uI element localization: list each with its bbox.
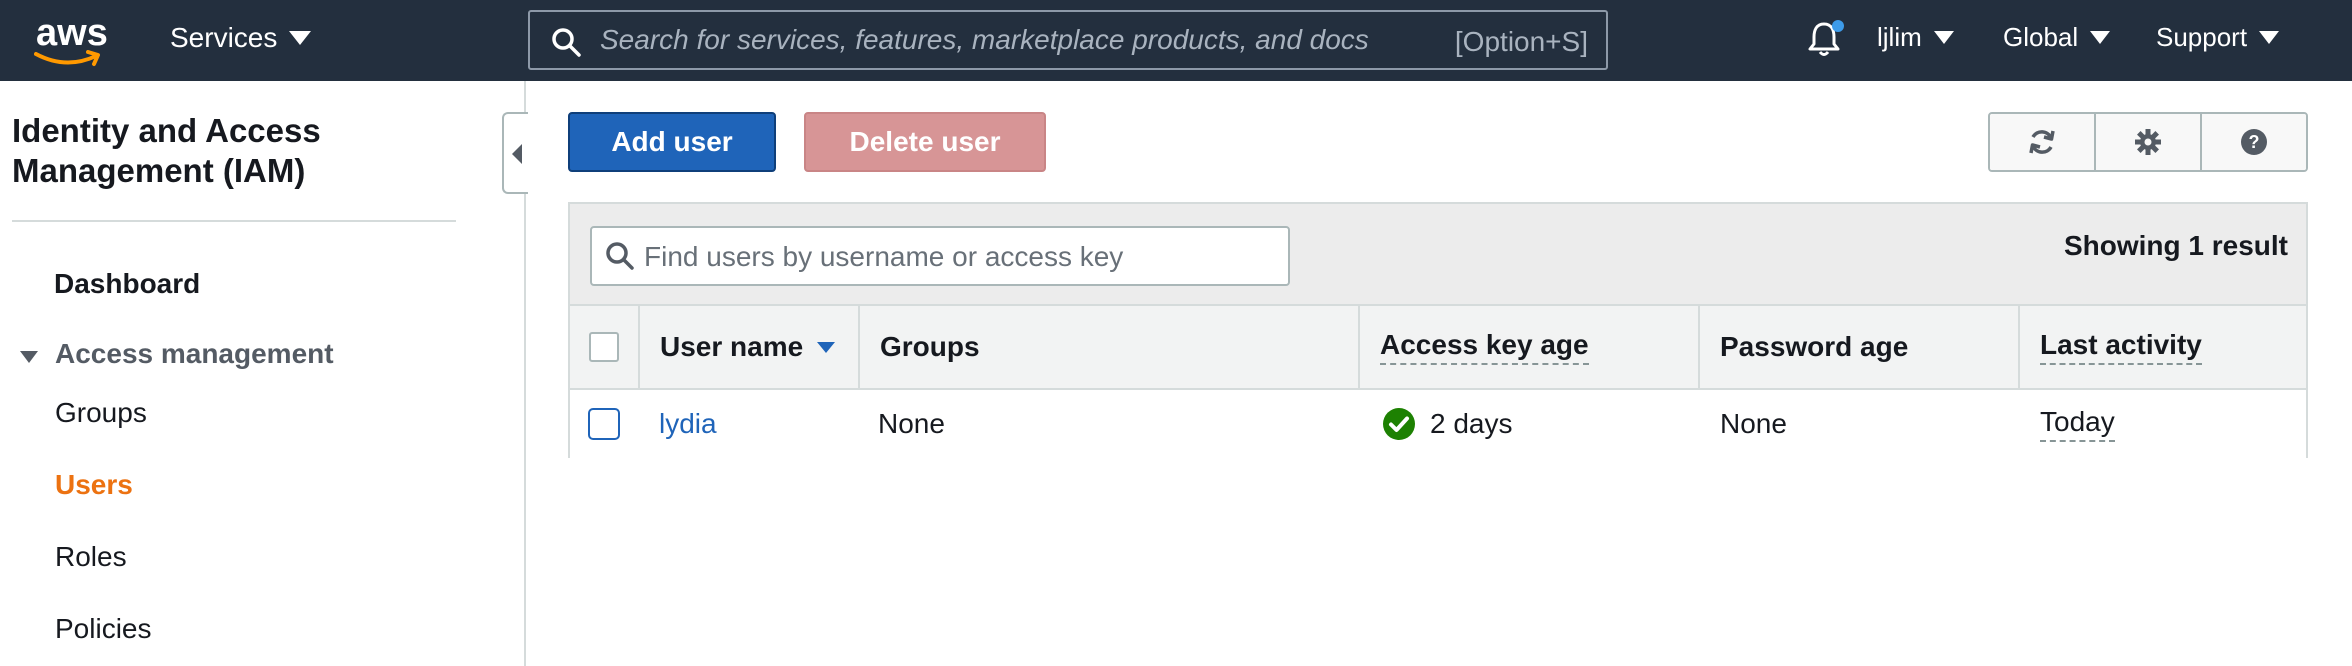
add-user-button[interactable]: Add user xyxy=(568,112,776,172)
svg-text:?: ? xyxy=(2249,132,2260,152)
sidebar-divider xyxy=(12,220,456,222)
global-search[interactable]: [Option+S] xyxy=(528,10,1608,70)
gear-icon xyxy=(2135,129,2161,155)
aws-logo[interactable]: aws xyxy=(30,12,110,68)
column-header-access-key-age[interactable]: Access key age xyxy=(1360,306,1700,388)
chevron-left-icon xyxy=(512,144,522,164)
chevron-down-icon xyxy=(1933,31,1954,44)
help-button[interactable]: ? xyxy=(2202,114,2306,170)
chevron-down-icon xyxy=(2259,31,2280,44)
account-menu[interactable]: ljlim xyxy=(1877,22,1954,53)
sidebar-section-access-management[interactable]: Access management xyxy=(55,338,334,370)
result-count: Showing 1 result xyxy=(2063,230,2288,261)
refresh-button[interactable] xyxy=(1990,114,2096,170)
column-header-label: Last activity xyxy=(2040,329,2202,365)
search-icon xyxy=(606,242,634,270)
column-header-label: Groups xyxy=(880,331,980,362)
search-icon xyxy=(552,28,581,57)
support-label: Support xyxy=(2156,22,2248,52)
table-header: User name Groups Access key age Password… xyxy=(570,306,2306,390)
row-select-cell xyxy=(588,390,638,458)
settings-button[interactable] xyxy=(2096,114,2202,170)
filter-bar: Showing 1 result xyxy=(570,204,2306,306)
top-navigation-bar: aws Services [Option+S] ljlim Global Sup… xyxy=(0,0,2352,81)
column-header-label: Access key age xyxy=(1380,329,1589,365)
help-icon: ? xyxy=(2241,129,2267,155)
sidebar-item-users[interactable]: Users xyxy=(55,469,133,501)
sidebar-item-dashboard[interactable]: Dashboard xyxy=(54,268,200,300)
sidebar-title: Identity and Access Management (IAM) xyxy=(12,112,321,189)
sidebar: Identity and Access Management (IAM) Das… xyxy=(0,81,526,666)
success-check-icon xyxy=(1383,408,1415,440)
delete-user-button[interactable]: Delete user xyxy=(804,112,1046,172)
column-header-last-activity[interactable]: Last activity xyxy=(2020,306,2306,388)
row-checkbox[interactable] xyxy=(588,408,620,440)
search-shortcut-hint: [Option+S] xyxy=(1454,26,1588,57)
global-search-input[interactable] xyxy=(598,20,1438,60)
column-header-label: User name xyxy=(660,331,804,362)
notifications-button[interactable] xyxy=(1806,20,1846,60)
region-menu[interactable]: Global xyxy=(2003,22,2111,53)
sort-descending-icon xyxy=(817,341,836,353)
users-table-panel: Showing 1 result User name Groups Access… xyxy=(568,202,2308,458)
account-label: ljlim xyxy=(1877,22,1922,52)
table-actions-group: ? xyxy=(1988,112,2308,172)
sidebar-item-groups[interactable]: Groups xyxy=(55,397,147,429)
chevron-down-icon xyxy=(289,31,312,45)
services-label: Services xyxy=(170,22,278,53)
notification-dot xyxy=(1832,20,1844,32)
access-key-age-value: 2 days xyxy=(1430,408,1513,439)
column-header-label: Password age xyxy=(1720,331,1909,362)
sidebar-item-policies[interactable]: Policies xyxy=(55,613,151,645)
region-label: Global xyxy=(2003,22,2079,52)
user-filter-input[interactable] xyxy=(642,236,1272,278)
chevron-down-icon[interactable] xyxy=(20,351,38,363)
user-filter[interactable] xyxy=(590,226,1290,286)
last-activity-cell: Today xyxy=(2040,390,2115,458)
refresh-icon xyxy=(2029,130,2055,154)
table-row[interactable]: lydia None 2 days None Today xyxy=(570,390,2306,458)
last-activity-value: Today xyxy=(2040,406,2115,442)
select-all-checkbox[interactable] xyxy=(589,332,619,362)
password-age-cell: None xyxy=(1720,408,1787,439)
chevron-down-icon xyxy=(2090,31,2111,44)
aws-smile-icon xyxy=(34,50,100,66)
support-menu[interactable]: Support xyxy=(2156,22,2280,53)
aws-logo-text: aws xyxy=(36,12,108,54)
column-header-user-name[interactable]: User name xyxy=(640,306,860,388)
services-menu[interactable]: Services xyxy=(170,22,312,54)
user-name-link[interactable]: lydia xyxy=(659,390,717,458)
groups-cell: None xyxy=(878,408,945,439)
column-header-password-age[interactable]: Password age xyxy=(1700,306,2020,388)
column-header-groups[interactable]: Groups xyxy=(860,306,1360,388)
sidebar-collapse-toggle[interactable] xyxy=(502,112,528,194)
select-all-cell xyxy=(570,306,640,388)
access-key-age-cell: 2 days xyxy=(1382,390,1513,458)
sidebar-item-roles[interactable]: Roles xyxy=(55,541,127,573)
